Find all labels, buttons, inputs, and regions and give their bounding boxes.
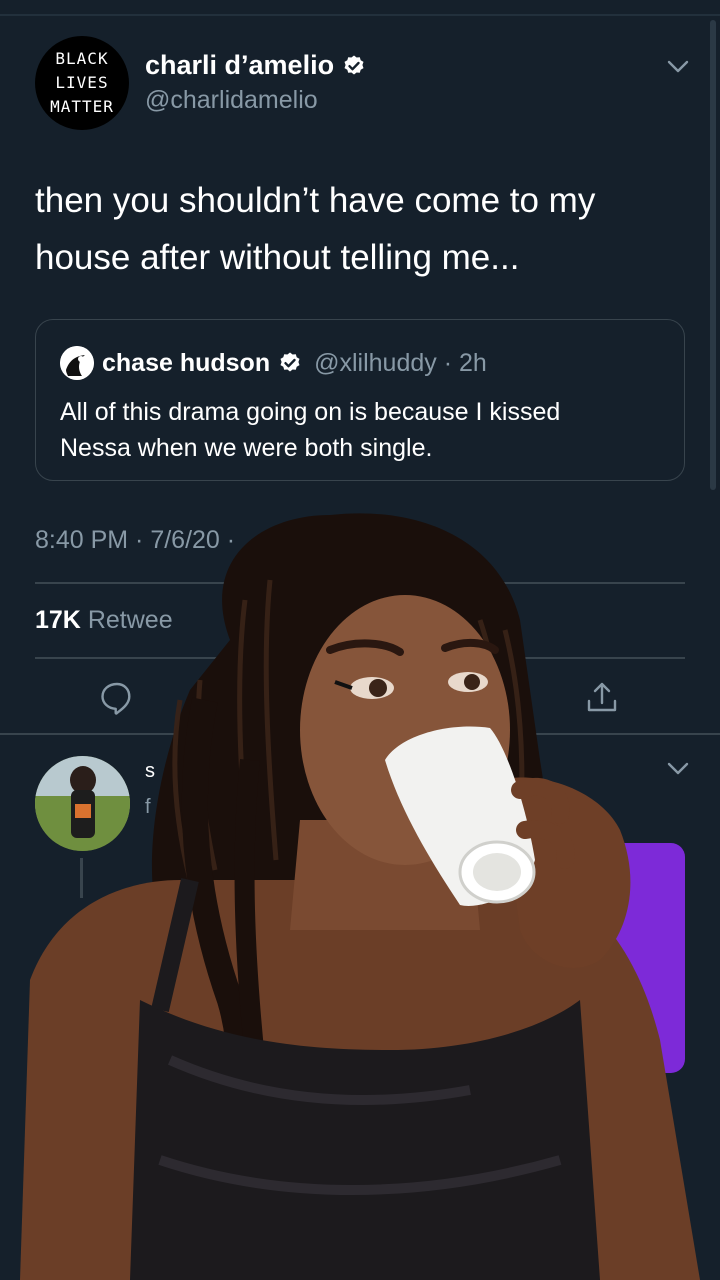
person-overlay-image: [20, 513, 700, 1280]
